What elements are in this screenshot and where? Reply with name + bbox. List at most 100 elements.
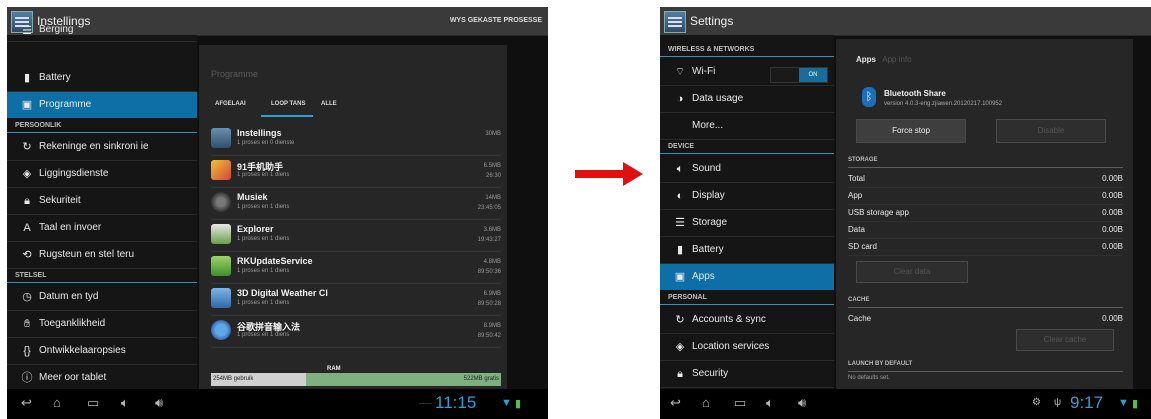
sidebar-item-security[interactable]: 🔒︎ Security (660, 361, 834, 388)
apps-icon: ▣ (674, 271, 686, 283)
keyboard-icon: A (23, 222, 31, 234)
process-row[interactable]: 91手机助手 1 proses en 1 diens 6.5MB 26:30 (211, 157, 501, 188)
weather-icon (211, 288, 231, 308)
back-icon[interactable]: ↩ (21, 395, 32, 411)
sidebar-item-data-usage[interactable]: ◑ Data usage (660, 86, 834, 113)
sidebar-item-location[interactable]: ◈ Liggingsdienste (7, 161, 197, 188)
show-cached-processes-button[interactable]: WYS GEKASTE PROSESSE (450, 17, 542, 24)
notification-icon[interactable]: ⚙ (1032, 397, 1041, 408)
disable-button[interactable]: Disable (996, 119, 1106, 143)
volume-down-icon[interactable]: 🔈︎ (121, 395, 129, 411)
clock-icon: ◷ (22, 291, 32, 303)
clear-cache-button[interactable]: Clear cache (1016, 329, 1114, 351)
sidebar-item-battery[interactable]: ▮ Battery (7, 65, 197, 92)
sidebar-item-apps[interactable]: ▣ Apps (660, 264, 834, 290)
storage-divider (848, 167, 1123, 168)
ram-free-text: 522MB gratis (463, 376, 499, 382)
home-icon[interactable]: ⌂ (53, 395, 61, 410)
recent-apps-icon[interactable]: ▭ (734, 395, 746, 411)
force-stop-button[interactable]: Force stop (856, 119, 966, 143)
back-icon[interactable]: ↩ (670, 395, 681, 411)
app-name: Bluetooth Share (884, 89, 946, 98)
storage-icon: ☰ (22, 25, 32, 37)
sidebar-item-sound[interactable]: 🔈︎ Sound (660, 156, 834, 183)
volume-down-icon[interactable]: 🔈︎ (766, 395, 774, 411)
sidebar-item-accounts[interactable]: ↻ Rekeninge en sinkroni ie (7, 134, 197, 161)
hand-icon: ✋︎ (23, 318, 31, 330)
tab-downloaded[interactable]: AFGELAAI (215, 101, 246, 107)
volume-up-icon[interactable]: 🔊︎ (798, 395, 806, 411)
ram-label: RAM (327, 366, 341, 372)
process-row[interactable]: Instellings 1 proses en 0 dienste 30MB (211, 125, 501, 156)
phone-assistant-icon (211, 160, 231, 180)
android-icon (211, 256, 231, 276)
cache-row: Cache 0.00B (848, 314, 1123, 323)
sidebar-item-apps[interactable]: ▣ Programme (7, 92, 197, 118)
home-icon[interactable]: ⌂ (702, 395, 710, 410)
process-row[interactable]: 谷歌拼音输入法 1 proses en 1 diens 8.9MB 89:50:… (211, 317, 501, 348)
sidebar-item-wifi[interactable]: ⌔ Wi-Fi ON (660, 59, 834, 86)
sync-icon: ↻ (675, 314, 685, 326)
sidebar-item-developer[interactable]: {} Ontwikkelaaropsies (7, 338, 197, 365)
launch-default-header: LAUNCH BY DEFAULT (848, 361, 913, 367)
sidebar-item-location[interactable]: ◈ Location services (660, 334, 834, 361)
location-icon: ◈ (675, 341, 685, 353)
sidebar-item-more[interactable]: More... (660, 113, 834, 140)
sidebar-item-accounts[interactable]: ↻ Accounts & sync (660, 307, 834, 334)
ram-used-text: 254MB gebruik (213, 376, 254, 382)
sidebar-item-storage[interactable]: ☰ Storage (660, 210, 834, 237)
process-row[interactable]: Explorer 1 proses en 1 diens 3.6MB 19:43… (211, 221, 501, 252)
cache-header: CACHE (848, 297, 870, 303)
sidebar-item-display[interactable]: ◐ Display (660, 183, 834, 210)
breadcrumb-apps[interactable]: Apps (856, 55, 876, 64)
clear-data-button[interactable]: Clear data (856, 261, 968, 283)
system-nav-bar: ↩ ⌂ ▭ 🔈︎ 🔊︎ — 11:15 ▼ ▮ (7, 389, 548, 419)
sidebar-item-storage[interactable]: ☰ Berging (7, 23, 197, 42)
process-row[interactable]: 3D Digital Weather Cl 1 proses en 1 dien… (211, 285, 501, 316)
lock-icon: 🔒︎ (24, 195, 30, 207)
braces-icon: {} (23, 345, 31, 357)
sidebar-item-backup[interactable]: ⟲ Rugsteun en stel teru (7, 242, 197, 269)
sidebar-item-language[interactable]: A Taal en invoer (7, 215, 197, 242)
sidebar-item-about[interactable]: ⓘ Meer oor tablet (7, 365, 197, 392)
storage-row-data: Data 0.00B (848, 222, 1123, 239)
volume-up-icon[interactable]: 🔊︎ (155, 395, 163, 411)
sidebar-item-accessibility[interactable]: ✋︎ Toeganklikheid (7, 311, 197, 338)
settings-sidebar: ☰ Berging ▮ Battery ▣ Programme PERSOONL… (7, 24, 197, 392)
sidebar-item-battery[interactable]: ▮ Battery (660, 237, 834, 264)
launch-divider (848, 371, 1123, 372)
usb-icon[interactable]: ψ (1054, 397, 1061, 408)
sidebar-item-security[interactable]: 🔒︎ Sekuriteit (7, 188, 197, 215)
window-title: Settings (690, 14, 734, 28)
tab-running[interactable]: LOOP TANS (271, 101, 305, 107)
cache-divider (848, 307, 1123, 308)
lock-icon: 🔒︎ (677, 368, 683, 380)
process-row[interactable]: RKUpdateService 1 proses en 1 diens 4.8M… (211, 253, 501, 284)
ram-usage-bar: RAM 254MB gebruik 522MB gratis (211, 366, 501, 386)
storage-row-total: Total 0.00B (848, 171, 1123, 188)
wifi-toggle[interactable]: ON (770, 67, 828, 83)
battery-status-icon: ▮ (1132, 398, 1139, 410)
right-screenshot: Settings WIRELESS & NETWORKS ⌔ Wi-Fi ON … (660, 7, 1151, 419)
running-apps-panel: Programme AFGELAAI LOOP TANS ALLE Instel… (199, 45, 507, 391)
wifi-status-icon: ▼ (501, 397, 512, 409)
section-header-wireless: WIRELESS & NETWORKS (660, 43, 834, 57)
sidebar-item-datetime[interactable]: ◷ Datum en tyd (7, 284, 197, 311)
storage-row-sdcard: SD card 0.00B (848, 239, 1123, 256)
arrow-icon (575, 162, 643, 186)
location-icon: ◈ (22, 168, 32, 180)
data-usage-icon: ◑ (676, 93, 684, 105)
recent-apps-icon[interactable]: ▭ (87, 395, 99, 411)
process-row[interactable]: Musiek 1 proses en 1 diens 14MB 23:45:05 (211, 189, 501, 220)
tab-bar: AFGELAAI LOOP TANS ALLE (199, 93, 507, 117)
section-header-personal: PERSONAL (660, 291, 834, 305)
settings-icon (211, 128, 231, 148)
wifi-icon: ⌔ (674, 66, 686, 78)
launch-default-text: No defaults set. (848, 375, 890, 381)
breadcrumb-app-info: App info (882, 55, 912, 64)
app-info-panel: Apps App info ᛒ Bluetooth Share version … (836, 39, 1133, 397)
settings-sidebar: WIRELESS & NETWORKS ⌔ Wi-Fi ON ◑ Data us… (660, 35, 834, 389)
tab-all[interactable]: ALLE (321, 101, 337, 107)
title-bar: Settings (660, 7, 1151, 36)
battery-icon: ▮ (23, 72, 31, 84)
